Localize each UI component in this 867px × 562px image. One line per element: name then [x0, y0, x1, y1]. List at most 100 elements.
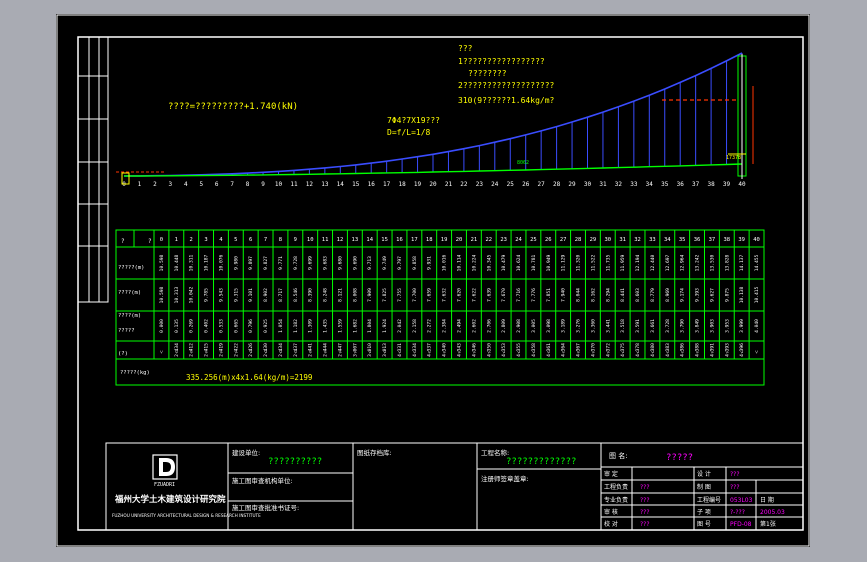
node-number: 27 — [538, 181, 546, 188]
table-cell: 3.849 — [695, 319, 701, 333]
column-header: 4 — [219, 237, 223, 243]
table-mark: ˅ — [442, 349, 446, 356]
column-header: 35 — [679, 237, 686, 243]
table-cell: 1.054 — [278, 319, 284, 333]
node-number: 37 — [692, 181, 700, 188]
note-line-1: 1????????????????? — [458, 57, 545, 66]
node-number: 21 — [445, 181, 453, 188]
note-line-2: ???????? — [468, 69, 507, 78]
table-cell: 1.924 — [382, 319, 388, 333]
column-header: 34 — [664, 237, 671, 243]
table-cell: 1.682 — [352, 319, 358, 333]
table-cell: 12.440 — [650, 254, 656, 271]
archive-label: 图纸存档库: — [357, 448, 392, 457]
table-cell: 7.825 — [382, 288, 388, 302]
column-header: 12 — [337, 237, 344, 243]
node-number: 20 — [429, 181, 437, 188]
node-number: 31 — [599, 181, 607, 188]
table-cell: 13.828 — [724, 254, 730, 271]
cable-spec-label: 7Φ4?7X19??? — [387, 116, 440, 125]
node-number: 28 — [553, 181, 561, 188]
row-label: 第1张 — [760, 520, 776, 528]
table-cell: 9.101 — [248, 288, 254, 302]
table-cell: 3.276 — [576, 319, 582, 333]
node-number: 10 — [275, 181, 283, 188]
column-header: 36 — [694, 237, 701, 243]
engineer-seal-label: 注册师签章盖章: — [481, 474, 529, 483]
node-number: 12 — [306, 181, 314, 188]
table-cell: 3.661 — [650, 319, 656, 333]
table-mark: ˅ — [502, 349, 506, 356]
column-header: 19 — [441, 237, 448, 243]
table-cell: 7.755 — [397, 288, 403, 302]
institute-cn: 福州大学土木建筑设计研究院 — [114, 494, 226, 505]
table-cell: 9.543 — [218, 288, 224, 302]
node-number: 17 — [383, 181, 391, 188]
table-cell: 3.005 — [531, 319, 537, 333]
node-number: 2 — [153, 181, 157, 188]
table-cell: 7.622 — [471, 288, 477, 302]
table-cell: 9.680 — [337, 256, 343, 270]
row-label: 审 核 — [604, 508, 618, 516]
column-header: 18 — [426, 237, 433, 243]
table-cell: 8.294 — [605, 288, 611, 302]
table-cell: 2.602 — [471, 319, 477, 333]
logo-text: FZUADRI — [154, 482, 175, 488]
table-cell: 3.360 — [590, 319, 596, 333]
row-value: ??? — [730, 471, 740, 478]
construction-unit-label: 建设单位: — [232, 448, 260, 457]
node-number: 1 — [138, 181, 142, 188]
column-header: 6 — [249, 237, 252, 243]
table-cell: 10.016 — [442, 254, 448, 271]
row-label-2: ????(m) — [118, 313, 141, 319]
note-line-0: ??? — [458, 44, 473, 53]
column-header: 31 — [619, 237, 626, 243]
load-label: ????=?????????+1.740(kN) — [168, 102, 298, 112]
table-cell: 3.953 — [724, 319, 730, 333]
table-mark: ˅ — [666, 349, 670, 356]
table-cell: 3.189 — [561, 319, 567, 333]
table-mark: ˅ — [517, 349, 521, 356]
table-cell: 9.728 — [293, 256, 299, 270]
column-header: 2 — [190, 237, 193, 243]
table-cell: 7.670 — [501, 288, 507, 302]
table-cell: 0.269 — [189, 319, 195, 333]
column-header: 15 — [381, 237, 388, 243]
row-label: 工程编号 — [697, 496, 721, 504]
institute-logo-icon — [152, 454, 178, 480]
table-cell: 1.182 — [293, 319, 299, 333]
table-cell: 3.098 — [546, 319, 552, 333]
node-number: 11 — [290, 181, 298, 188]
table-cell: 10.949 — [546, 254, 552, 271]
table-cell: 8.969 — [665, 288, 671, 302]
table-cell: 9.858 — [412, 256, 418, 270]
table-cell: 0.925 — [263, 319, 269, 333]
row-value: ??? — [640, 497, 650, 504]
table-mark: ˅ — [294, 349, 298, 356]
table-cell: 11.320 — [576, 254, 582, 271]
table-cell: 1.559 — [337, 319, 343, 333]
table-mark: ˅ — [279, 349, 283, 356]
column-header: 5 — [234, 237, 237, 243]
table-cell: 10.076 — [218, 254, 224, 271]
column-header: 20 — [456, 237, 463, 243]
column-header: 30 — [604, 237, 611, 243]
column-header: 24 — [515, 237, 522, 243]
row-value: 053L03 — [730, 497, 753, 504]
note-line-3: 2??????????????????? — [458, 81, 555, 90]
table-cell: 2.272 — [427, 319, 433, 333]
cable-diagram: 0 1 2 3 4 5 6 7 8 9 10 11 12 13 14 15 16 17 18 19 20 21 22 23 24… — [116, 44, 754, 188]
table-cell: 10.138 — [739, 286, 745, 303]
table-cell: 9.690 — [352, 256, 358, 270]
total-value: 335.256(m)x4x1.64(kg/m)=2199 — [186, 373, 312, 382]
table-cell: 10.114 — [457, 254, 463, 271]
row-label: 设 计 — [697, 470, 711, 478]
table-cell: 10.415 — [754, 286, 760, 303]
node-number: 9 — [261, 181, 265, 188]
table-cell: 9.785 — [204, 288, 210, 302]
table-cell: 10.479 — [501, 254, 507, 271]
table-mark: ˅ — [755, 349, 759, 356]
table-cell: 4.040 — [754, 319, 760, 333]
table-cell: 9.174 — [680, 288, 686, 302]
right-dimension: 17378 — [726, 155, 741, 161]
